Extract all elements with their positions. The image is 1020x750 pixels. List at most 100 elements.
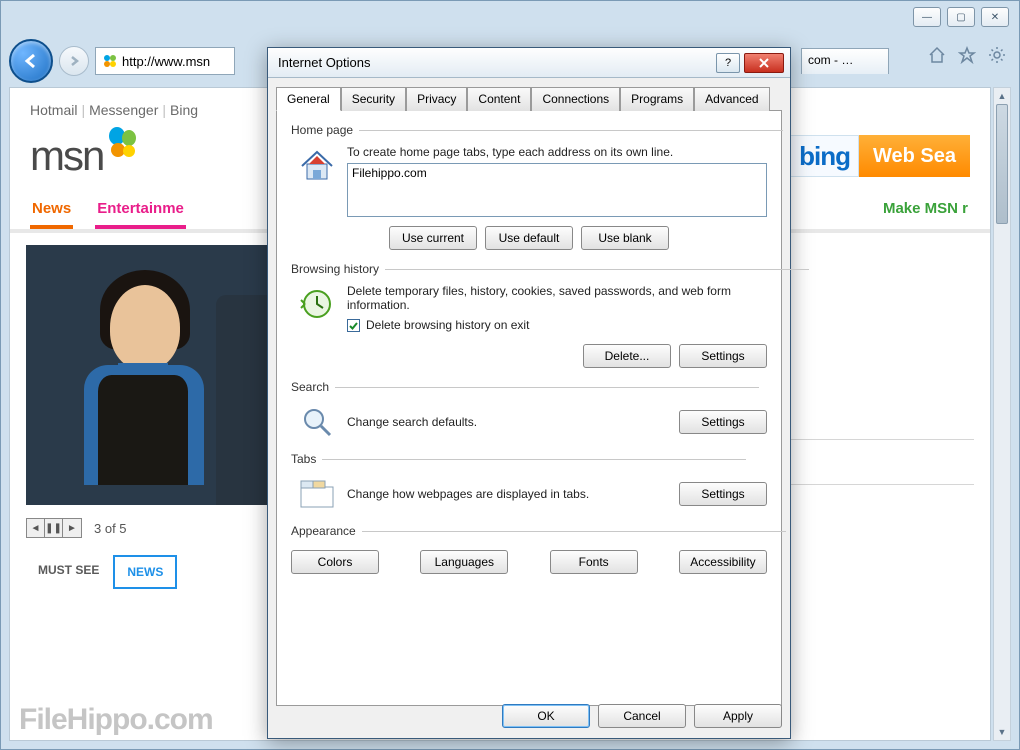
tab-privacy[interactable]: Privacy xyxy=(406,87,467,111)
msn-butterfly-icon xyxy=(105,126,141,162)
dialog-body: Home page To create home page tabs, type… xyxy=(276,110,782,706)
tab-make-msn[interactable]: Make MSN r xyxy=(881,190,970,229)
browser-tab[interactable]: com - … xyxy=(801,48,889,74)
group-label: Appearance xyxy=(291,524,356,538)
group-label: Home page xyxy=(291,123,353,137)
browser-window: — ▢ ✕ http://www.msn com - … Hotmail| Me… xyxy=(0,0,1020,750)
home-icon[interactable] xyxy=(927,45,947,65)
tab-connections[interactable]: Connections xyxy=(531,87,620,111)
group-appearance: Appearance Colors Languages Fonts Access… xyxy=(291,522,767,576)
tab-title: com - … xyxy=(808,53,853,67)
group-search: Search Change search defaults. Settings xyxy=(291,378,767,442)
history-hint: Delete temporary files, history, cookies… xyxy=(347,284,767,312)
carousel-next-button[interactable]: ► xyxy=(63,519,81,537)
group-tabs: Tabs Change how webpages are displayed i… xyxy=(291,450,767,514)
dialog-footer: OK Cancel Apply xyxy=(276,704,782,728)
subnav-must-see[interactable]: MUST SEE xyxy=(26,555,111,589)
search-widget: bing Web Sea xyxy=(790,135,970,177)
languages-button[interactable]: Languages xyxy=(420,550,508,574)
dialog-help-button[interactable]: ? xyxy=(716,53,740,73)
carousel-controls: ◄ ❚❚ ► 3 of 5 xyxy=(26,513,276,543)
dialog-titlebar[interactable]: Internet Options ? xyxy=(268,48,790,78)
search-icon xyxy=(297,402,337,442)
arrow-left-icon xyxy=(21,51,41,71)
apply-button[interactable]: Apply xyxy=(694,704,782,728)
group-label: Tabs xyxy=(291,452,316,466)
carousel-pause-button[interactable]: ❚❚ xyxy=(45,519,63,537)
window-controls: — ▢ ✕ xyxy=(913,7,1009,27)
homepage-hint: To create home page tabs, type each addr… xyxy=(347,145,767,159)
use-default-button[interactable]: Use default xyxy=(485,226,573,250)
use-current-button[interactable]: Use current xyxy=(389,226,477,250)
close-icon xyxy=(758,57,770,69)
tools-icon[interactable] xyxy=(987,45,1007,65)
carousel-image[interactable] xyxy=(26,245,276,505)
minimize-button[interactable]: — xyxy=(913,7,941,27)
forward-button[interactable] xyxy=(59,46,89,76)
cancel-button[interactable]: Cancel xyxy=(598,704,686,728)
fonts-button[interactable]: Fonts xyxy=(550,550,638,574)
favorites-icon[interactable] xyxy=(957,45,977,65)
tab-advanced[interactable]: Advanced xyxy=(694,87,769,111)
tab-strip: com - … xyxy=(801,47,889,75)
search-hint: Change search defaults. xyxy=(347,415,477,429)
link-messenger[interactable]: Messenger xyxy=(89,102,158,118)
arrow-right-icon xyxy=(67,54,81,68)
dialog-title: Internet Options xyxy=(278,55,716,70)
carousel-prev-button[interactable]: ◄ xyxy=(27,519,45,537)
check-icon xyxy=(348,320,359,331)
use-blank-button[interactable]: Use blank xyxy=(581,226,669,250)
command-bar xyxy=(927,45,1007,65)
history-icon xyxy=(297,284,337,324)
dialog-tabs: General Security Privacy Content Connect… xyxy=(268,78,790,110)
tab-general[interactable]: General xyxy=(276,87,341,111)
tabs-icon xyxy=(297,474,337,514)
bing-logo: bing xyxy=(790,135,859,177)
maximize-button[interactable]: ▢ xyxy=(947,7,975,27)
close-window-button[interactable]: ✕ xyxy=(981,7,1009,27)
tabs-settings-button[interactable]: Settings xyxy=(679,482,767,506)
subnav-news[interactable]: NEWS xyxy=(113,555,177,589)
address-bar[interactable]: http://www.msn xyxy=(95,47,235,75)
scroll-up-icon[interactable]: ▲ xyxy=(994,88,1010,104)
colors-button[interactable]: Colors xyxy=(291,550,379,574)
tabs-hint: Change how webpages are displayed in tab… xyxy=(347,487,589,501)
msn-favicon-icon xyxy=(102,53,118,69)
maximize-icon: ▢ xyxy=(956,12,965,23)
group-label: Search xyxy=(291,380,329,394)
tab-news[interactable]: News xyxy=(30,190,73,229)
delete-history-button[interactable]: Delete... xyxy=(583,344,671,368)
internet-options-dialog: Internet Options ? General Security Priv… xyxy=(267,47,791,739)
group-browsing-history: Browsing history Delete temporary files,… xyxy=(291,260,767,370)
group-label: Browsing history xyxy=(291,262,379,276)
accessibility-button[interactable]: Accessibility xyxy=(679,550,767,574)
url-text: http://www.msn xyxy=(122,54,210,69)
vertical-scrollbar[interactable]: ▲ ▼ xyxy=(993,87,1011,741)
checkbox-label: Delete browsing history on exit xyxy=(366,318,529,332)
link-bing[interactable]: Bing xyxy=(170,102,198,118)
carousel-counter: 3 of 5 xyxy=(94,521,127,536)
search-settings-button[interactable]: Settings xyxy=(679,410,767,434)
web-search-button[interactable]: Web Sea xyxy=(859,135,970,177)
tab-programs[interactable]: Programs xyxy=(620,87,694,111)
delete-on-exit-checkbox[interactable] xyxy=(347,319,360,332)
msn-logo: msn xyxy=(30,132,141,180)
link-hotmail[interactable]: Hotmail xyxy=(30,102,77,118)
close-icon: ✕ xyxy=(991,12,999,23)
minimize-icon: — xyxy=(922,12,932,23)
scroll-down-icon[interactable]: ▼ xyxy=(994,724,1010,740)
subnav: MUST SEE NEWS xyxy=(26,555,276,589)
msn-logo-text: msn xyxy=(30,132,103,180)
ok-button[interactable]: OK xyxy=(502,704,590,728)
homepage-address-input[interactable] xyxy=(347,163,767,217)
back-button[interactable] xyxy=(9,39,53,83)
group-homepage: Home page To create home page tabs, type… xyxy=(291,121,767,252)
carousel: ◄ ❚❚ ► 3 of 5 MUST SEE NEWS xyxy=(26,245,276,623)
history-settings-button[interactable]: Settings xyxy=(679,344,767,368)
tab-entertainment[interactable]: Entertainme xyxy=(95,190,186,229)
tab-security[interactable]: Security xyxy=(341,87,406,111)
scroll-thumb[interactable] xyxy=(996,104,1008,224)
tab-content[interactable]: Content xyxy=(467,87,531,111)
dialog-close-button[interactable] xyxy=(744,53,784,73)
homepage-icon xyxy=(297,145,337,185)
